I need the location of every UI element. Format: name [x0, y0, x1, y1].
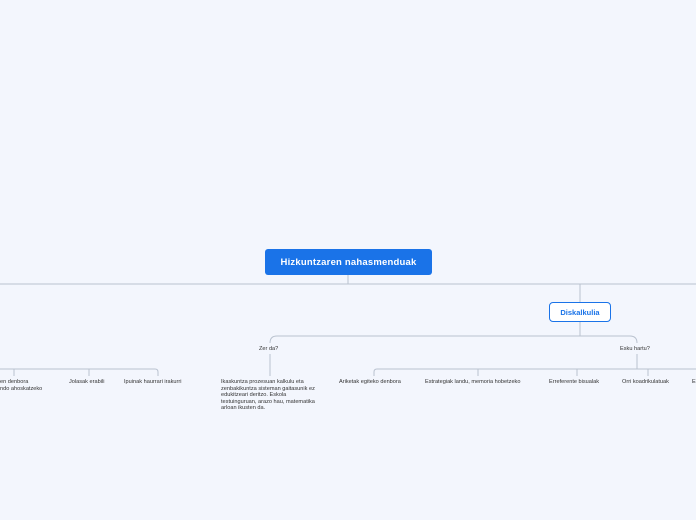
- intervention-2[interactable]: Estrategiak landu, memoria hobetzeko: [425, 379, 520, 386]
- intervention-5-label: E: [692, 379, 696, 385]
- intervention-2-label: Estrategiak landu, memoria hobetzeko: [425, 379, 521, 385]
- intervention-3-label: Erreferente bisualak: [549, 379, 600, 385]
- main-topic-label: Diskalkulia: [560, 307, 600, 317]
- subtopic-how[interactable]: Esku hartu?: [620, 346, 650, 353]
- left-item-1-line-2: ndo ahoskatzeko: [0, 385, 43, 392]
- left-item-stories[interactable]: Ipuinak haurrari irakurri: [124, 379, 182, 386]
- definition-label: Ikaskuntza prozesuan kalkulu eta zenbaki…: [221, 379, 315, 412]
- intervention-1[interactable]: Ariketak egiteko denbora: [339, 379, 401, 386]
- intervention-3[interactable]: Erreferente bisualak: [549, 379, 599, 386]
- root-topic[interactable]: Hizkuntzaren nahasmenduak: [265, 249, 432, 275]
- intervention-4-label: Orri koadrikulatuak: [622, 379, 669, 385]
- subtopic-how-label: Esku hartu?: [620, 346, 650, 352]
- root-topic-label: Hizkuntzaren nahasmenduak: [280, 256, 417, 268]
- definition-text[interactable]: Ikaskuntza prozesuan kalkulu eta zenbaki…: [221, 379, 321, 412]
- subtopic-what[interactable]: Zer da?: [259, 346, 278, 353]
- intervention-1-label: Ariketak egiteko denbora: [339, 379, 401, 385]
- left-item-1-line-1: en denbora: [0, 379, 29, 385]
- intervention-5[interactable]: E: [692, 379, 696, 386]
- subtopic-bus: [269, 335, 638, 344]
- left-item-games-label: Jolasak erabili: [69, 379, 105, 385]
- subtopic-what-label: Zer da?: [259, 346, 279, 352]
- left-item-games[interactable]: Jolasak erabili: [69, 379, 104, 386]
- main-topic-diskalkulia[interactable]: Diskalkulia: [549, 302, 611, 322]
- left-item-1[interactable]: en denbora ndo ahoskatzeko: [0, 379, 42, 392]
- left-item-stories-label: Ipuinak haurrari irakurri: [124, 379, 182, 385]
- left-bus: [0, 368, 159, 376]
- intervention-4[interactable]: Orri koadrikulatuak: [622, 379, 669, 386]
